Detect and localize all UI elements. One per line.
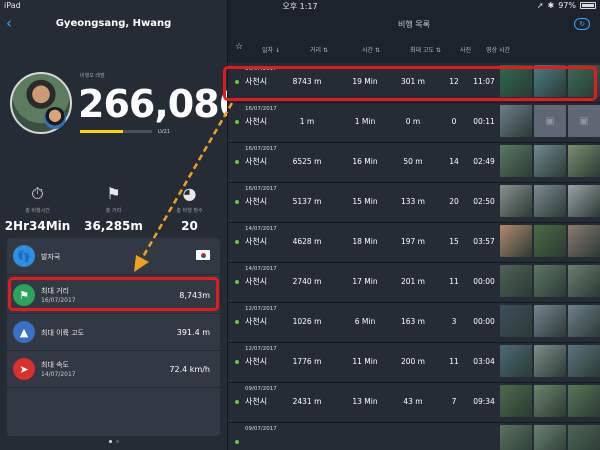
battery-percent: 97% xyxy=(558,1,576,10)
highlight-box-flight xyxy=(223,66,597,101)
highlight-box-record xyxy=(8,277,219,311)
bluetooth-icon: ✱ xyxy=(547,1,555,10)
battery-icon xyxy=(580,2,596,9)
status-bar: iPad 오후 1:17 ➚ ✱ 97% xyxy=(0,0,600,12)
status-time: 오후 1:17 xyxy=(282,2,318,11)
status-right: ➚ ✱ 97% xyxy=(537,1,596,10)
location-arrow-icon: ➚ xyxy=(536,1,544,10)
